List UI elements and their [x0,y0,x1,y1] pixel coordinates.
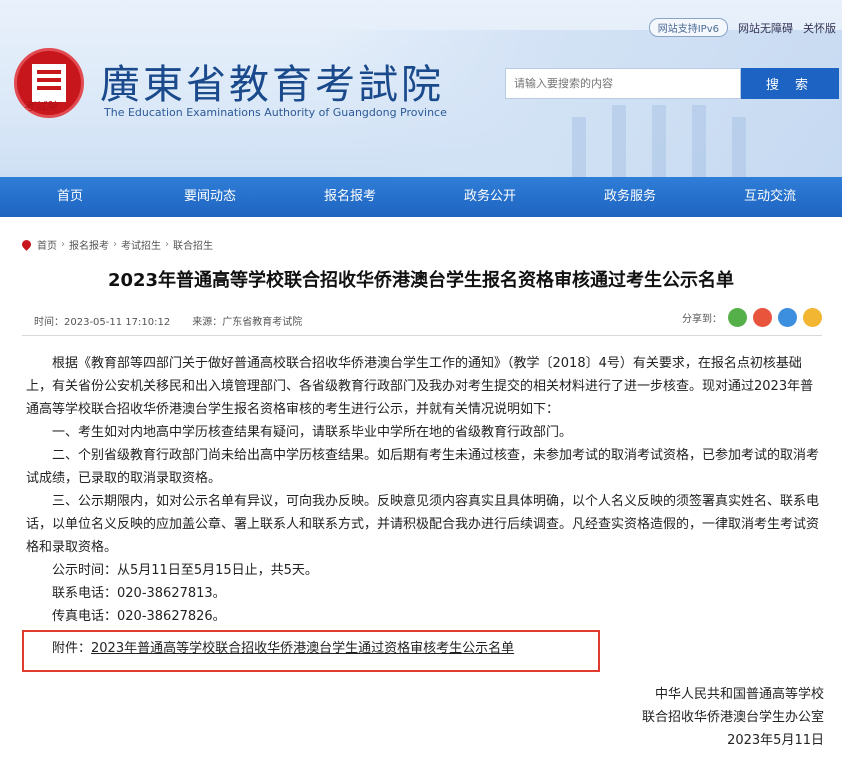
nav-item-interaction[interactable]: 互动交流 [700,177,840,217]
building-column [652,105,666,177]
weibo-icon[interactable] [753,308,772,327]
qzone-icon[interactable] [803,308,822,327]
nav-item-government-affairs[interactable]: 政务公开 [420,177,560,217]
share-bar: 分享到： [682,308,822,327]
paragraph: 传真电话：020-38627826。 [52,609,226,624]
breadcrumb-separator: › [113,239,117,250]
building-column [612,105,626,177]
site-header: 网站支持IPv6 网站无障碍 关怀版 考试院 廣東省教育考試院 The Educ… [0,0,842,177]
breadcrumb: 首页 › 报名报考 › 考试招生 › 联合招生 [20,237,213,252]
main-nav: 首页 要闻动态 报名报考 政务公开 政务服务 互动交流 [0,177,842,217]
breadcrumb-item[interactable]: 考试招生 [121,237,161,252]
signature-line: 中华人民共和国普通高等学校 [654,687,824,702]
nav-item-home[interactable]: 首页 [0,177,140,217]
site-title[interactable]: 廣東省教育考試院 [100,52,444,110]
nav-item-services[interactable]: 政务服务 [560,177,700,217]
publish-time: 时间：2023-05-11 17:10:12 [34,317,171,328]
building-column [572,117,586,177]
nav-item-registration[interactable]: 报名报考 [280,177,420,217]
nav-item-news[interactable]: 要闻动态 [140,177,280,217]
top-links: 网站支持IPv6 网站无障碍 关怀版 [648,18,836,37]
logo-building-icon [32,64,66,102]
attachment-prefix: 附件： [52,641,92,656]
share-label: 分享到： [682,314,722,325]
signature: 中华人民共和国普通高等学校 联合招收华侨港澳台学生办公室 2023年5月11日 [642,683,824,752]
search-button[interactable]: 搜 索 [741,68,839,99]
article-body: 根据《教育部等四部门关于做好普通高校联合招收华侨港澳台学生工作的通知》（教学〔2… [26,352,826,628]
breadcrumb-item[interactable]: 首页 [37,237,57,252]
paragraph: 根据《教育部等四部门关于做好普通高校联合招收华侨港澳台学生工作的通知》（教学〔2… [26,356,814,417]
breadcrumb-separator: › [61,239,65,250]
attachment: 附件：2023年普通高等学校联合招收华侨港澳台学生通过资格审核考生公示名单 [52,637,514,656]
page-title: 2023年普通高等学校联合招收华侨港澳台学生报名资格审核通过考生公示名单 [107,270,735,291]
paragraph: 三、公示期限内，如对公示名单有异议，可向我办反映。反映意见须内容真实且具体明确，… [26,494,820,555]
elder-mode-link[interactable]: 关怀版 [803,20,836,36]
paragraph: 一、考生如对内地高中学历核查结果有疑问，请联系毕业中学所在地的省级教育行政部门。 [52,425,573,440]
signature-line: 联合招收华侨港澳台学生办公室 [641,710,824,725]
wechat-icon[interactable] [728,308,747,327]
paragraph: 联系电话：020-38627813。 [52,586,226,601]
search-input[interactable] [505,68,741,99]
building-column [692,105,706,177]
article-source: 来源：广东省教育考试院 [192,317,303,328]
site-subtitle: The Education Examinations Authority of … [104,106,447,119]
attachment-link[interactable]: 2023年普通高等学校联合招收华侨港澳台学生通过资格审核考生公示名单 [91,641,514,656]
breadcrumb-item[interactable]: 联合招生 [173,237,213,252]
article-meta: 时间：2023-05-11 17:10:12 来源：广东省教育考试院 [34,313,302,328]
qq-icon[interactable] [778,308,797,327]
signature-date: 2023年5月11日 [727,733,824,748]
logo-script: 考试院 [24,100,57,113]
breadcrumb-item[interactable]: 报名报考 [69,237,109,252]
accessibility-link[interactable]: 网站无障碍 [738,20,793,36]
divider [22,335,822,336]
paragraph: 二、个别省级教育行政部门尚未给出高中学历核查结果。如后期有考生未通过核查，未参加… [26,448,820,486]
breadcrumb-separator: › [165,239,169,250]
ipv6-badge: 网站支持IPv6 [648,18,728,37]
building-column [732,117,746,177]
paragraph: 公示时间：从5月11日至5月15日止，共5天。 [52,563,318,578]
location-pin-icon [20,238,33,251]
